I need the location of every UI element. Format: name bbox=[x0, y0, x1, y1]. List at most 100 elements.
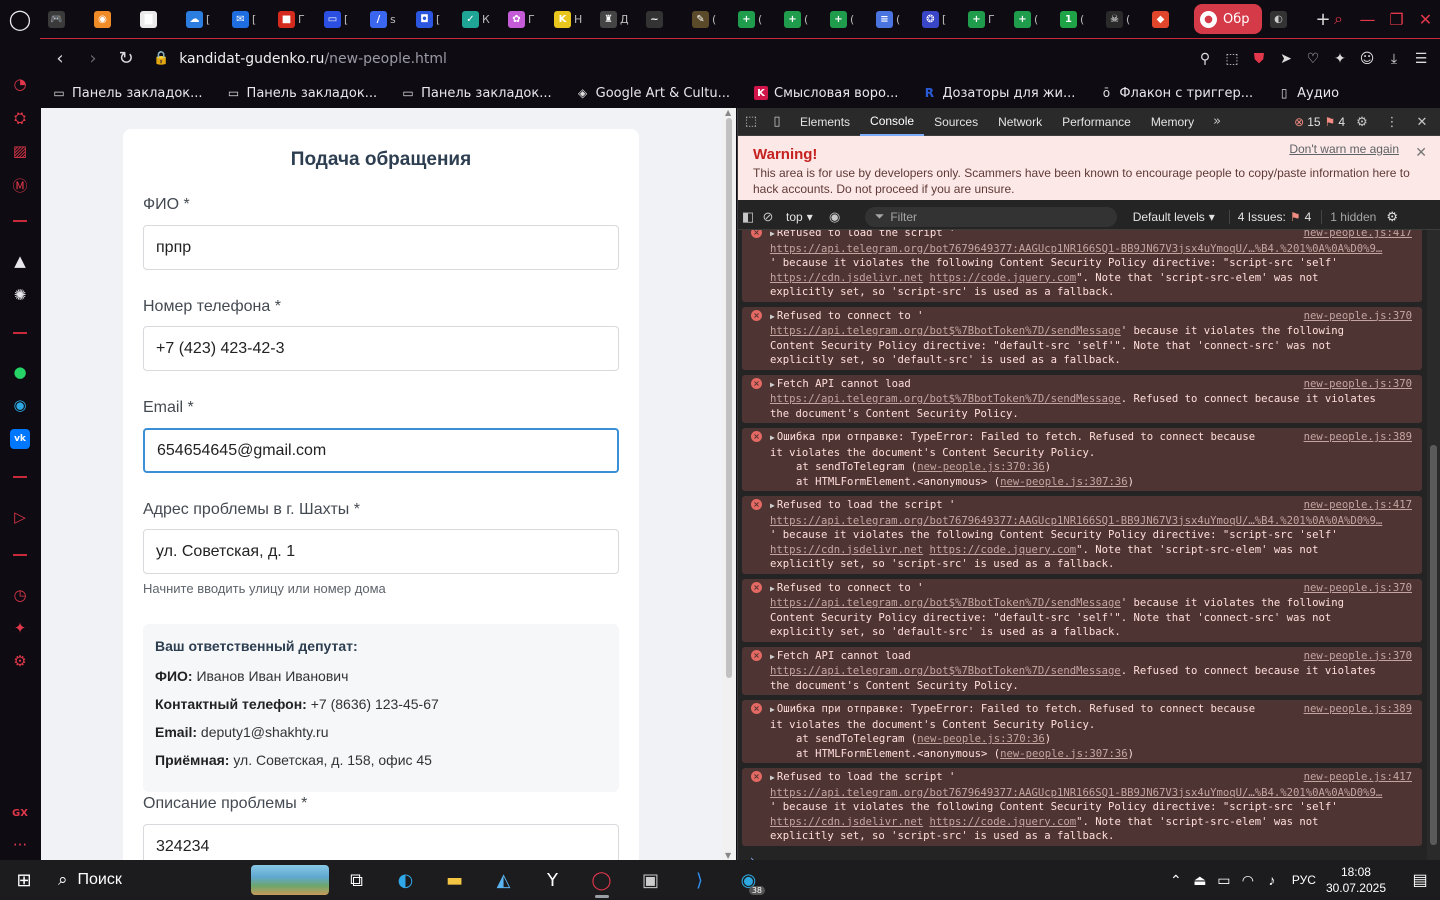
dont-warn-link[interactable]: Don't warn me again bbox=[1289, 142, 1399, 156]
page-scroll-thumb[interactable] bbox=[726, 118, 732, 678]
sidebar-toggle-icon[interactable]: ◧ bbox=[738, 203, 758, 231]
expand-triangle-icon[interactable]: ▶ bbox=[770, 652, 775, 661]
context-selector[interactable]: top ▾ bbox=[786, 210, 813, 224]
console-error-message[interactable]: × new-people.js:370 ▶ Refused to connect to… bbox=[742, 578, 1422, 642]
settings-icon[interactable]: ⚙ bbox=[10, 651, 30, 671]
browser-tab[interactable]: +( bbox=[1006, 0, 1052, 38]
console-scrollbar[interactable] bbox=[1427, 230, 1440, 860]
devtools-tab-elements[interactable]: Elements bbox=[790, 108, 860, 136]
browser-tab[interactable]: ✎( bbox=[684, 0, 730, 38]
message-link[interactable]: https://cdn.jsdelivr.net bbox=[770, 272, 923, 284]
opera-gx-icon[interactable]: ◯ bbox=[577, 860, 626, 900]
address-input[interactable]: ул. Советская, д. 1 bbox=[143, 529, 619, 574]
player-icon[interactable]: ▷ bbox=[10, 507, 30, 527]
browser-tab[interactable]: ~ bbox=[638, 0, 684, 38]
expand-triangle-icon[interactable]: ▶ bbox=[770, 501, 775, 510]
music-player-icon[interactable]: Ⓜ bbox=[10, 175, 30, 195]
bookmark-item[interactable]: R Дозаторы для жи... bbox=[910, 78, 1087, 108]
clock[interactable]: 18:08 30.07.2025 bbox=[1326, 864, 1386, 896]
device-toolbar-icon[interactable]: ▯ bbox=[764, 108, 790, 136]
task-view-icon[interactable]: ⧉ bbox=[332, 860, 381, 900]
url-field[interactable]: 🔒 kandidat-gudenko.ru/new-people.html bbox=[153, 51, 447, 67]
source-link[interactable]: new-people.js:417 bbox=[1304, 230, 1412, 241]
browser-tab[interactable]: +( bbox=[730, 0, 776, 38]
source-link[interactable]: new-people.js:370 bbox=[1304, 309, 1412, 324]
browser-tab[interactable]: ≡( bbox=[868, 0, 914, 38]
scroll-up-icon[interactable]: ▲ bbox=[725, 108, 731, 117]
page-scrollbar[interactable]: ▲ ▼ bbox=[722, 108, 736, 860]
maximize-button[interactable]: ❐ bbox=[1382, 0, 1411, 38]
browser-tab[interactable]: ☠( bbox=[1098, 0, 1144, 38]
send-icon[interactable]: ➤ bbox=[1277, 50, 1295, 68]
gx-corner-icon[interactable]: ▨ bbox=[10, 141, 30, 161]
console-error-message[interactable]: × new-people.js:417 ▶ Refused to load the s… bbox=[742, 230, 1422, 302]
wifi-icon[interactable]: ◠ bbox=[1236, 872, 1260, 889]
battery-icon[interactable]: ▭ bbox=[1212, 872, 1236, 889]
message-link[interactable]: https://api.telegram.org/bot$%7BbotToken… bbox=[770, 393, 1121, 405]
message-link[interactable]: https://cdn.jsdelivr.net bbox=[770, 816, 923, 828]
source-link[interactable]: new-people.js:370 bbox=[1304, 581, 1412, 596]
bookmark-item[interactable]: ▯ Аудио bbox=[1265, 78, 1351, 108]
taskbar-search[interactable]: ⌕ Поиск bbox=[48, 860, 248, 900]
expand-triangle-icon[interactable]: ▶ bbox=[770, 380, 775, 389]
forward-button[interactable]: › bbox=[80, 46, 106, 72]
browser-tab[interactable]: ◘[ bbox=[408, 0, 454, 38]
tray-expand-icon[interactable]: ⌃ bbox=[1164, 872, 1188, 889]
devtools-tab-sources[interactable]: Sources bbox=[924, 108, 988, 136]
easy-setup-icon[interactable]: ☰ bbox=[1412, 50, 1430, 68]
scroll-down-icon[interactable]: ▼ bbox=[725, 851, 731, 860]
console-error-message[interactable]: × new-people.js:370 ▶ Fetch API cannot load… bbox=[742, 374, 1422, 423]
profile-icon[interactable]: ☺ bbox=[1358, 50, 1376, 68]
console-error-message[interactable]: × new-people.js:417 ▶ Refused to load the s… bbox=[742, 768, 1422, 846]
console-prompt-icon[interactable]: › bbox=[750, 853, 755, 861]
adblock-shield-icon[interactable]: ⛊ bbox=[1250, 50, 1268, 68]
expand-triangle-icon[interactable]: ▶ bbox=[770, 705, 775, 714]
more-tabs-icon[interactable]: » bbox=[1204, 108, 1230, 136]
snapshot-icon[interactable]: ⬚ bbox=[1223, 50, 1241, 68]
devtools-menu-icon[interactable]: ⋮ bbox=[1379, 108, 1405, 136]
browser-tab[interactable]: +( bbox=[822, 0, 868, 38]
browser-tab[interactable]: ▭[ bbox=[316, 0, 362, 38]
aria-icon[interactable]: ▲ bbox=[10, 251, 30, 271]
warning-close-icon[interactable]: ✕ bbox=[1415, 144, 1427, 161]
phone-input[interactable]: +7 (423) 423-42-3 bbox=[143, 326, 619, 371]
search-tabs-icon[interactable]: ⌕ bbox=[1324, 0, 1353, 38]
browser-tab[interactable]: + Г bbox=[960, 0, 1006, 38]
lock-icon[interactable]: 🔒 bbox=[153, 51, 169, 66]
expand-triangle-icon[interactable]: ▶ bbox=[770, 584, 775, 593]
browser-tab[interactable]: KН bbox=[546, 0, 592, 38]
gx-control-icon[interactable]: ⛭ bbox=[10, 108, 30, 128]
pin-icon[interactable]: ⚲ bbox=[1196, 50, 1214, 68]
source-link[interactable]: new-people.js:389 bbox=[1304, 430, 1412, 445]
console-error-message[interactable]: × new-people.js:370 ▶ Refused to connect to… bbox=[742, 306, 1422, 370]
browser-tab[interactable]: ✓ К bbox=[454, 0, 500, 38]
console-error-message[interactable]: × new-people.js:389 ▶ Ошибка при отправке: … bbox=[742, 428, 1422, 491]
message-link[interactable]: https://api.telegram.org/bot7679649377:A… bbox=[770, 515, 1382, 527]
history-icon[interactable]: ◷ bbox=[10, 585, 30, 605]
console-settings-icon[interactable]: ⚙ bbox=[1386, 209, 1398, 225]
log-levels-dropdown[interactable]: Default levels ▾ bbox=[1133, 210, 1215, 224]
message-link[interactable]: https://cdn.jsdelivr.net bbox=[770, 544, 923, 556]
devtools-tab-performance[interactable]: Performance bbox=[1052, 108, 1141, 136]
console-filter-input[interactable]: ⏷ Filter bbox=[864, 206, 1117, 227]
message-link[interactable]: https://api.telegram.org/bot$%7BbotToken… bbox=[770, 597, 1121, 609]
fio-input[interactable]: прпр bbox=[143, 225, 619, 270]
browser-tab[interactable]: ✉[ bbox=[224, 0, 270, 38]
language-indicator[interactable]: РУС bbox=[1292, 873, 1316, 887]
browser-tab[interactable]: ✿ Г bbox=[500, 0, 546, 38]
search-highlight-art[interactable] bbox=[248, 860, 332, 900]
message-link[interactable]: new-people.js:307:36 bbox=[1000, 476, 1128, 488]
bookmark-item[interactable]: ◈ Google Art & Cultu... bbox=[564, 78, 742, 108]
vscode-icon[interactable]: ⟩ bbox=[675, 860, 724, 900]
error-counter[interactable]: ⊗ 15 bbox=[1294, 115, 1320, 129]
tab-extra[interactable]: ◐ bbox=[1262, 0, 1308, 38]
message-link[interactable]: https://code.jquery.com bbox=[929, 816, 1076, 828]
message-link[interactable]: https://api.telegram.org/bot$%7BbotToken… bbox=[770, 665, 1121, 677]
whatsapp-icon[interactable]: ● bbox=[10, 362, 30, 382]
chatgpt-icon[interactable]: ✺ bbox=[10, 285, 30, 305]
usb-icon[interactable]: ⏏ bbox=[1188, 872, 1212, 889]
active-tab[interactable]: ● Обр bbox=[1194, 4, 1262, 34]
extensions-icon[interactable]: ✦ bbox=[1331, 50, 1349, 68]
heart-icon[interactable]: ♡ bbox=[1304, 50, 1322, 68]
browser-tab[interactable]: ☁[ bbox=[178, 0, 224, 38]
